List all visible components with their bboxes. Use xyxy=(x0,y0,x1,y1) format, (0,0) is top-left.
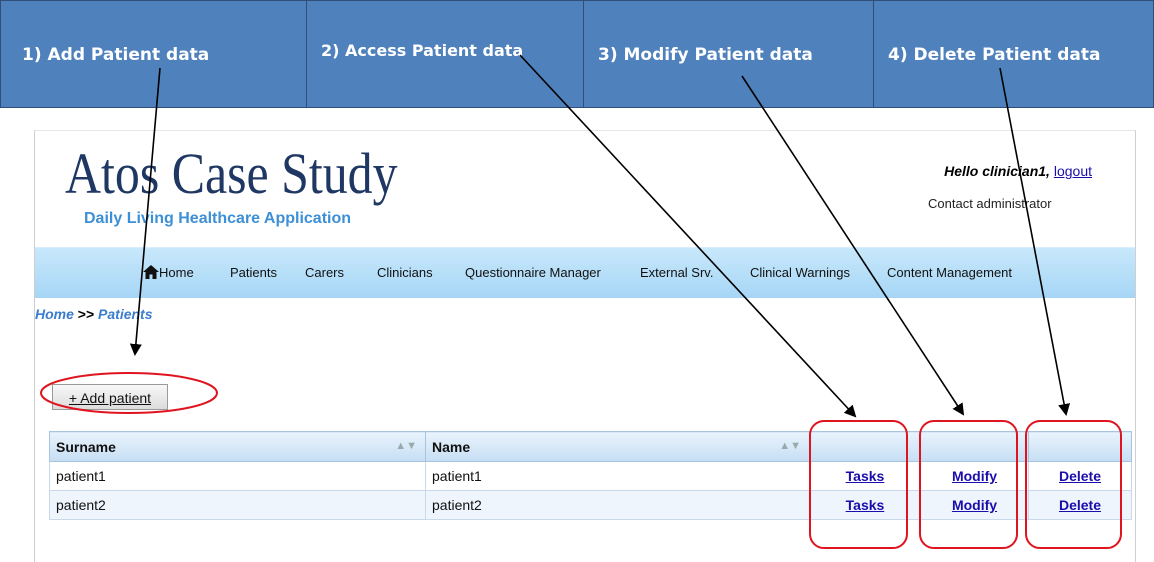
main-nav: Home Patients Carers Clinicians Question… xyxy=(35,247,1135,298)
name-header-label: Name xyxy=(432,438,471,455)
app-title: Atos Case Study xyxy=(65,141,398,206)
name-cell: patient2 xyxy=(425,490,810,520)
step-access-patient: 2) Access Patient data xyxy=(306,0,584,108)
tasks-cell: Tasks xyxy=(809,461,921,491)
nav-patients[interactable]: Patients xyxy=(230,265,277,280)
delete-cell: Delete xyxy=(1028,490,1132,520)
add-patient-button[interactable]: + Add patient xyxy=(52,384,168,410)
tasks-cell: Tasks xyxy=(809,490,921,520)
patients-table: Surname ▲▼ Name ▲▼ patient1 patient1 Tas… xyxy=(49,431,1132,520)
tasks-header xyxy=(809,431,921,462)
nav-questionnaire-manager[interactable]: Questionnaire Manager xyxy=(465,265,601,280)
modify-header xyxy=(920,431,1029,462)
delete-cell: Delete xyxy=(1028,461,1132,491)
breadcrumb-patients[interactable]: Patients xyxy=(98,306,152,322)
modify-link[interactable]: Modify xyxy=(952,497,997,513)
nav-clinical-warnings[interactable]: Clinical Warnings xyxy=(750,265,850,280)
step-modify-label: 3) Modify Patient data xyxy=(598,45,813,65)
step-access-label: 2) Access Patient data xyxy=(321,41,524,60)
breadcrumb-separator: >> xyxy=(77,306,95,322)
user-greeting: Hello clinician1, logout xyxy=(944,163,1092,179)
nav-carers[interactable]: Carers xyxy=(305,265,344,280)
table-row: patient1 patient1 Tasks Modify Delete xyxy=(49,461,1132,491)
table-header-row: Surname ▲▼ Name ▲▼ xyxy=(49,431,1132,462)
surname-header[interactable]: Surname ▲▼ xyxy=(49,431,426,462)
delete-link[interactable]: Delete xyxy=(1059,497,1101,513)
name-header[interactable]: Name ▲▼ xyxy=(425,431,810,462)
logout-link[interactable]: logout xyxy=(1054,163,1092,179)
nav-external-srv[interactable]: External Srv. xyxy=(640,265,713,280)
step-add-patient: 1) Add Patient data xyxy=(0,0,307,108)
name-cell: patient1 xyxy=(425,461,810,491)
surname-cell: patient2 xyxy=(49,490,426,520)
breadcrumb-home[interactable]: Home xyxy=(35,306,74,322)
modify-link[interactable]: Modify xyxy=(952,468,997,484)
tasks-link[interactable]: Tasks xyxy=(846,468,885,484)
sort-icon[interactable]: ▲▼ xyxy=(779,440,801,452)
step-add-label: 1) Add Patient data xyxy=(22,45,210,65)
table-row: patient2 patient2 Tasks Modify Delete xyxy=(49,490,1132,520)
tasks-link[interactable]: Tasks xyxy=(846,497,885,513)
nav-clinicians[interactable]: Clinicians xyxy=(377,265,433,280)
app-window: Atos Case Study Daily Living Healthcare … xyxy=(34,130,1136,562)
app-subtitle: Daily Living Healthcare Application xyxy=(84,210,352,227)
step-modify-patient: 3) Modify Patient data xyxy=(583,0,874,108)
step-banners: 1) Add Patient data 2) Access Patient da… xyxy=(0,0,1154,110)
surname-cell: patient1 xyxy=(49,461,426,491)
nav-content-management[interactable]: Content Management xyxy=(887,265,1012,280)
home-icon xyxy=(143,265,159,279)
greeting-text: Hello clinician1, xyxy=(944,163,1050,179)
breadcrumb: Home >> Patients xyxy=(35,306,153,322)
contact-admin-link[interactable]: Contact administrator xyxy=(928,196,1052,211)
modify-cell: Modify xyxy=(920,461,1029,491)
modify-cell: Modify xyxy=(920,490,1029,520)
surname-header-label: Surname xyxy=(56,438,116,455)
nav-home[interactable]: Home xyxy=(143,265,194,280)
delete-header xyxy=(1028,431,1132,462)
step-delete-patient: 4) Delete Patient data xyxy=(873,0,1154,108)
nav-home-label: Home xyxy=(159,265,194,280)
delete-link[interactable]: Delete xyxy=(1059,468,1101,484)
sort-icon[interactable]: ▲▼ xyxy=(395,440,417,452)
step-delete-label: 4) Delete Patient data xyxy=(888,45,1101,65)
